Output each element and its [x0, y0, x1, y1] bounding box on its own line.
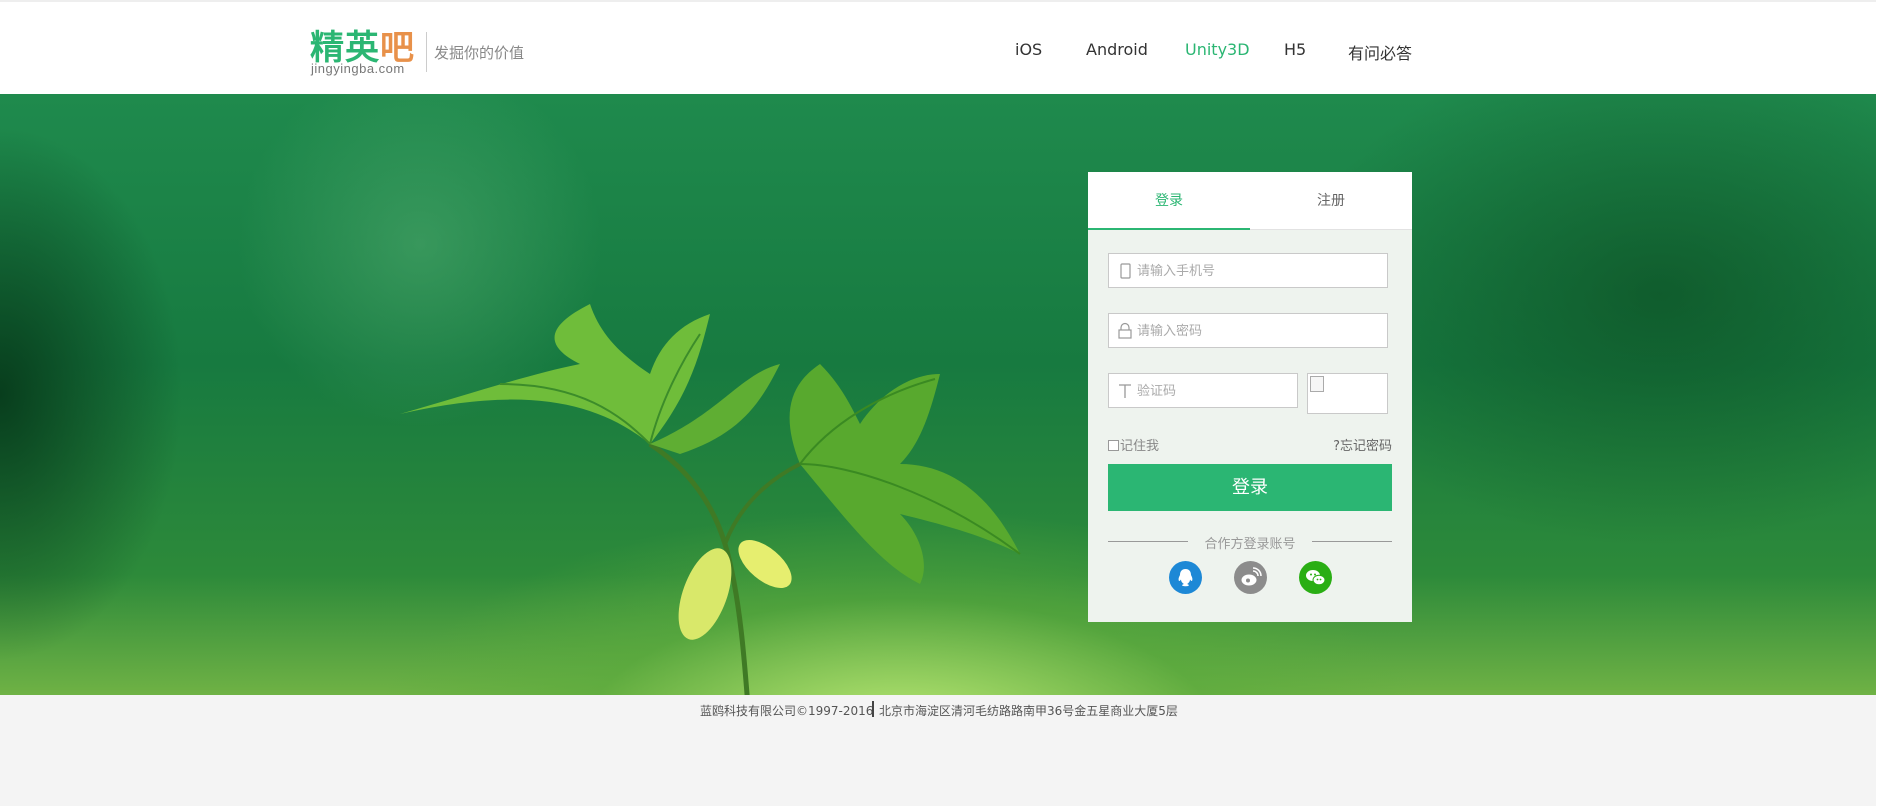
partner-login-label: 合作方登录账号: [1204, 537, 1296, 552]
remember-label: 记住我: [1120, 439, 1160, 454]
wechat-icon: [1306, 570, 1326, 586]
text-icon: [1119, 384, 1131, 398]
nav-ios[interactable]: iOS: [1015, 40, 1042, 59]
site-logo[interactable]: 精英吧 jingyingba.com: [310, 28, 420, 78]
tab-register[interactable]: 注册: [1250, 172, 1412, 230]
weibo-login-button[interactable]: [1234, 561, 1267, 594]
nav-h5[interactable]: H5: [1284, 40, 1306, 59]
site-footer: 蓝鸥科技有限公司©1997-2016 北京市海淀区清河毛纺路路南甲36号金五星商…: [0, 695, 1876, 806]
wechat-login-button[interactable]: [1299, 561, 1332, 594]
qq-login-button[interactable]: [1169, 561, 1202, 594]
site-slogan: 发掘你的价值: [434, 44, 525, 62]
lock-icon: [1118, 322, 1132, 339]
phone-input[interactable]: [1137, 259, 1382, 283]
nav-unity3d[interactable]: Unity3D: [1185, 40, 1250, 59]
captcha-input[interactable]: [1137, 379, 1292, 403]
remember-me[interactable]: 记住我: [1108, 435, 1159, 454]
tab-login[interactable]: 登录: [1088, 172, 1250, 230]
footer-separator: [872, 701, 874, 717]
password-field: [1108, 313, 1388, 348]
captcha-field: [1108, 373, 1298, 408]
logo-divider: [426, 32, 427, 72]
login-button[interactable]: 登录: [1108, 464, 1392, 511]
login-tabs: 登录 注册: [1088, 172, 1412, 230]
seedling-image: [400, 304, 1021, 695]
remember-checkbox[interactable]: [1108, 440, 1119, 451]
site-header: 精英吧 jingyingba.com 发掘你的价值 iOS Android Un…: [0, 0, 1876, 94]
phone-field: [1108, 253, 1388, 288]
logo-domain: jingyingba.com: [311, 61, 405, 76]
login-card: 登录 注册 记住我 ?忘记密码 登录 合作方登录账号: [1088, 172, 1412, 622]
password-input[interactable]: [1137, 319, 1382, 343]
weibo-icon: [1241, 567, 1262, 586]
footer-address: 北京市海淀区清河毛纺路路南甲36号金五星商业大厦5层: [879, 704, 1178, 718]
footer-copyright: 蓝鸥科技有限公司©1997-2016: [700, 704, 874, 718]
nav-android[interactable]: Android: [1086, 40, 1148, 59]
hero-banner: 登录 注册 记住我 ?忘记密码 登录 合作方登录账号: [0, 94, 1876, 695]
forgot-password-link[interactable]: ?忘记密码: [1333, 435, 1392, 454]
nav-qa[interactable]: 有问必答: [1348, 40, 1412, 64]
phone-icon: [1120, 263, 1131, 279]
qq-icon: [1178, 569, 1193, 587]
captcha-image[interactable]: [1307, 373, 1388, 414]
broken-image-icon: [1310, 376, 1324, 392]
